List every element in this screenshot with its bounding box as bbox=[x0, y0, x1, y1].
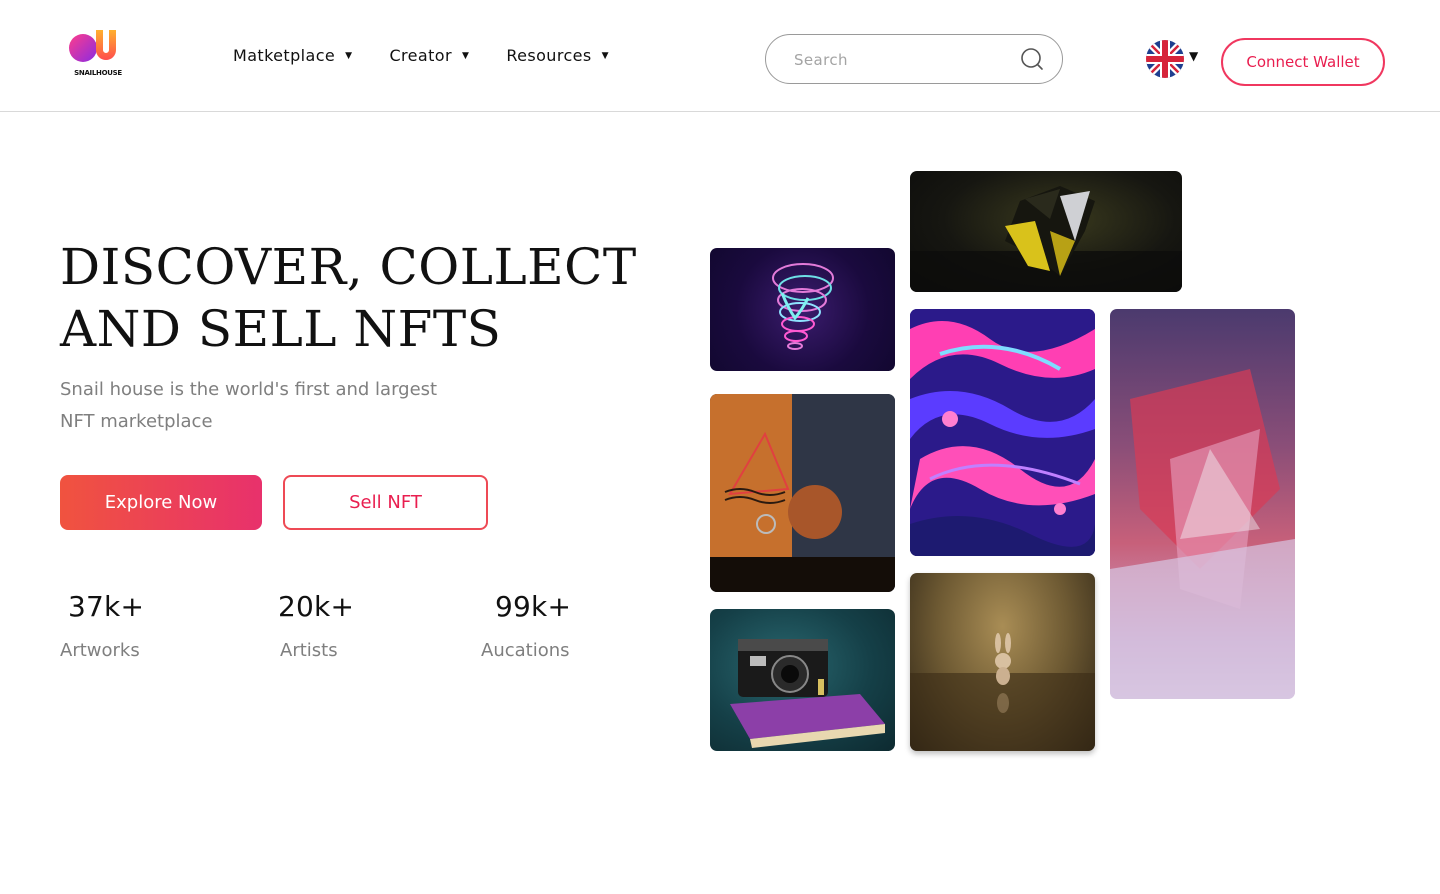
nav-item-creator[interactable]: Creator ▼ bbox=[389, 46, 469, 65]
nft-artwork-still-life[interactable] bbox=[710, 394, 895, 592]
site-header: SNAILHOUSE Matketplace ▼ Creator ▼ Resou… bbox=[0, 0, 1440, 112]
stat-label: Artists bbox=[280, 640, 338, 661]
nft-artwork-abstract-pink[interactable] bbox=[1110, 309, 1295, 699]
caret-down-icon: ▼ bbox=[345, 50, 353, 61]
search-icon[interactable] bbox=[1019, 46, 1045, 72]
hero-subtitle: Snail house is the world's first and lar… bbox=[60, 374, 490, 438]
stat-value: 37k+ bbox=[68, 590, 145, 623]
explore-now-button[interactable]: Explore Now bbox=[60, 475, 262, 530]
hero-title-line: DISCOVER, COLLECT bbox=[60, 238, 637, 296]
uk-flag-icon bbox=[1146, 40, 1184, 78]
connect-wallet-button[interactable]: Connect Wallet bbox=[1221, 38, 1385, 86]
caret-down-icon: ▼ bbox=[461, 50, 470, 61]
caret-down-icon[interactable]: ▼ bbox=[1189, 49, 1198, 63]
nav-item-label: Matketplace bbox=[233, 46, 336, 65]
brand-logo[interactable]: SNAILHOUSE bbox=[66, 26, 130, 82]
dark-geometric-image bbox=[910, 186, 1182, 292]
stat-artists: 20k+ Artists bbox=[278, 590, 418, 661]
nft-artwork-bunny-toy[interactable] bbox=[910, 573, 1095, 751]
hero-subtitle-line: Snail house is the world's first and lar… bbox=[60, 379, 438, 400]
language-selector[interactable] bbox=[1146, 40, 1184, 78]
snailhouse-logo-icon bbox=[69, 30, 116, 62]
hero-subtitle-line: NFT marketplace bbox=[60, 411, 213, 432]
abstract-pink-image bbox=[1110, 369, 1295, 699]
hero-title: DISCOVER, COLLECT AND SELL NFTS bbox=[60, 236, 680, 360]
caret-down-icon: ▼ bbox=[601, 50, 609, 61]
nft-artwork-camera-book[interactable] bbox=[710, 609, 895, 751]
still-life-image bbox=[710, 394, 895, 592]
nav-item-label: Resources bbox=[506, 46, 592, 65]
brand-name: SNAILHOUSE bbox=[74, 69, 122, 77]
nft-artwork-neon-head[interactable] bbox=[710, 248, 895, 371]
nft-artwork-fluid-marble[interactable] bbox=[910, 309, 1095, 556]
main-nav: Matketplace ▼ Creator ▼ Resources ▼ bbox=[233, 46, 609, 65]
stat-value: 20k+ bbox=[278, 590, 355, 623]
stat-value: 99k+ bbox=[495, 590, 572, 623]
nav-item-resources[interactable]: Resources ▼ bbox=[506, 46, 609, 65]
stat-artworks: 37k+ Artworks bbox=[60, 590, 208, 661]
sell-nft-button[interactable]: Sell NFT bbox=[283, 475, 488, 530]
stat-label: Aucations bbox=[481, 640, 570, 661]
nav-item-label: Creator bbox=[389, 46, 452, 65]
fluid-marble-image bbox=[910, 309, 1095, 556]
search-input[interactable] bbox=[794, 48, 1014, 72]
stat-auctions: 99k+ Aucations bbox=[481, 590, 635, 661]
nft-artwork-dark-geometric[interactable] bbox=[910, 171, 1182, 292]
hero-title-line: AND SELL NFTS bbox=[60, 300, 502, 358]
camera-book-image bbox=[730, 639, 885, 748]
nav-item-marketplace[interactable]: Matketplace ▼ bbox=[233, 46, 352, 65]
neon-head-image bbox=[772, 263, 834, 350]
stat-label: Artworks bbox=[60, 640, 140, 661]
bunny-toy-image bbox=[910, 633, 1095, 751]
